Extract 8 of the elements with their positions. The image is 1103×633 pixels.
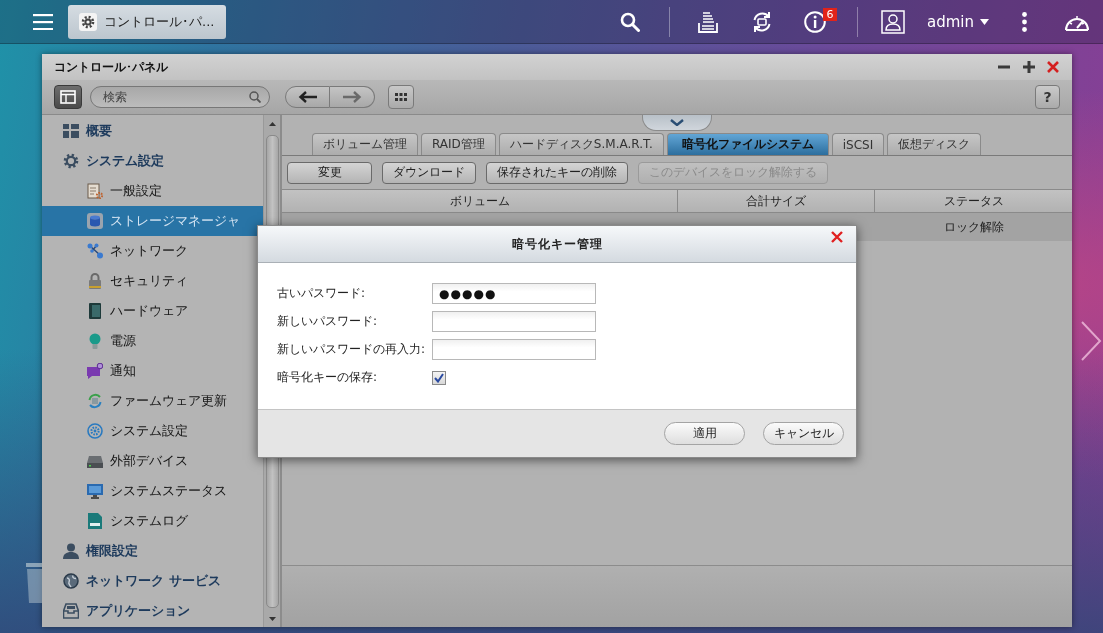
field-label: 新しいパスワード: [277, 313, 379, 330]
table-cell: ロック解除 [875, 213, 1072, 241]
dialog-title: 暗号化キー管理 [511, 235, 603, 253]
field-label: 古いパスワード: [277, 285, 367, 302]
notification-badge: 6 [823, 7, 837, 21]
window-title: コントロール･パネル [54, 58, 168, 76]
field-label: 暗号化キーの保存: [277, 369, 379, 386]
field-label: 新しいパスワードの再入力: [277, 341, 427, 358]
